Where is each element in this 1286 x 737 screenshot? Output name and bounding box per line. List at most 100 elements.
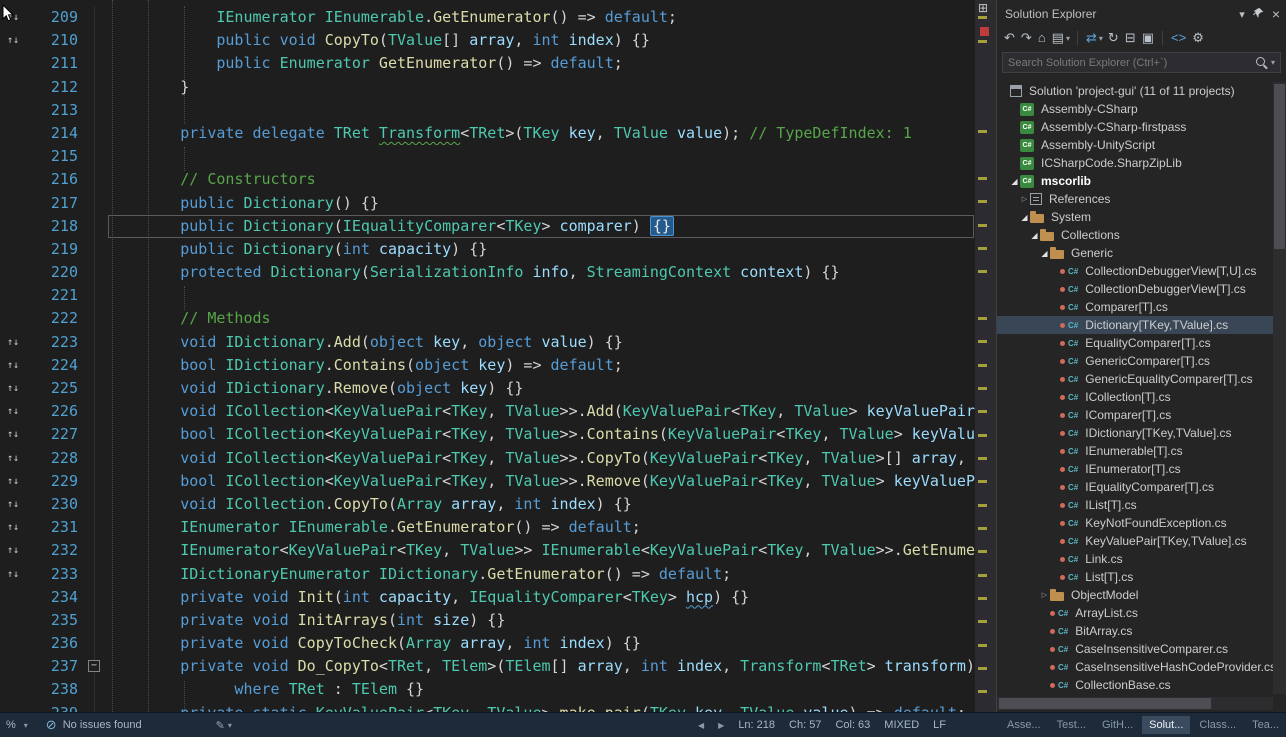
tree-item[interactable]: C#KeyNotFoundException.cs	[997, 514, 1273, 532]
forward-icon[interactable]: ↷	[1021, 28, 1032, 48]
tree-item[interactable]: C#CaseInsensitiveComparer.cs	[997, 640, 1273, 658]
outline-margin[interactable]	[78, 423, 108, 446]
code-line[interactable]: 219public Dictionary(int capacity) {}	[0, 238, 975, 261]
tree-item[interactable]: ◢Generic	[997, 244, 1273, 262]
tree-item[interactable]: C#BitArray.cs	[997, 622, 1273, 640]
reference-glyph-margin[interactable]	[0, 215, 30, 238]
outline-margin[interactable]	[78, 331, 108, 354]
tree-horizontal-scrollbar[interactable]	[997, 697, 1273, 710]
outline-margin[interactable]	[78, 586, 108, 609]
line-number[interactable]: 218	[30, 215, 78, 238]
tree-item[interactable]: C#GenericEqualityComparer[T].cs	[997, 370, 1273, 388]
collapse-all-icon[interactable]: ⊟	[1125, 28, 1136, 48]
line-number[interactable]: 215	[30, 145, 78, 168]
code-line[interactable]: ↑↓225void IDictionary.Remove(object key)…	[0, 377, 975, 400]
expander-icon[interactable]: ◢	[1039, 249, 1050, 258]
outline-margin[interactable]	[78, 354, 108, 377]
zoom-level[interactable]: %	[6, 719, 16, 731]
code-line[interactable]: ↑↓226void ICollection<KeyValuePair<TKey,…	[0, 400, 975, 423]
search-input[interactable]	[1008, 57, 1252, 69]
line-indicator[interactable]: Ln: 218	[738, 719, 775, 731]
line-number[interactable]: 223	[30, 331, 78, 354]
code-line[interactable]: ↑↓228void ICollection<KeyValuePair<TKey,…	[0, 447, 975, 470]
outline-margin[interactable]	[78, 76, 108, 99]
tree-item[interactable]: C#Comparer[T].cs	[997, 298, 1273, 316]
panel-tab[interactable]: Class...	[1192, 716, 1243, 734]
tree-item[interactable]: C#Link.cs	[997, 550, 1273, 568]
refresh-icon[interactable]: ↻	[1108, 28, 1119, 48]
outline-margin[interactable]	[78, 99, 108, 122]
outline-margin[interactable]	[78, 122, 108, 145]
outline-margin[interactable]	[78, 6, 108, 29]
tree-item[interactable]: C#CollectionBase.cs	[997, 676, 1273, 694]
outline-margin[interactable]	[78, 29, 108, 52]
scroll-right-icon[interactable]: ▶	[718, 721, 724, 730]
code-line[interactable]: ↑↓230void ICollection.CopyTo(Array array…	[0, 493, 975, 516]
reference-glyph-margin[interactable]	[0, 122, 30, 145]
outline-margin[interactable]	[78, 192, 108, 215]
tree-item[interactable]: C#IEnumerable[T].cs	[997, 442, 1273, 460]
outline-margin[interactable]	[78, 493, 108, 516]
reference-glyph-margin[interactable]: ↑↓	[0, 423, 30, 446]
code-line[interactable]: 237−private void Do_CopyTo<TRet, TElem>(…	[0, 655, 975, 678]
tree-item[interactable]: C#Assembly-CSharp-firstpass	[997, 118, 1273, 136]
pen-tool-indicator[interactable]: ✎ ▾	[216, 719, 232, 732]
reference-glyph-margin[interactable]	[0, 678, 30, 701]
view-code-icon[interactable]: <>	[1171, 28, 1186, 48]
outline-margin[interactable]	[78, 215, 108, 238]
code-line[interactable]: 221	[0, 284, 975, 307]
outline-margin[interactable]	[78, 539, 108, 562]
code-line[interactable]: 234private void Init(int capacity, IEqua…	[0, 586, 975, 609]
code-line[interactable]: ↑↓227bool ICollection<KeyValuePair<TKey,…	[0, 423, 975, 446]
panel-tab[interactable]: Asse...	[1000, 716, 1048, 734]
line-number[interactable]: 222	[30, 307, 78, 330]
outline-margin[interactable]	[78, 470, 108, 493]
outline-margin[interactable]	[78, 261, 108, 284]
tree-item[interactable]: C#CollectionDebuggerView[T,U].cs	[997, 262, 1273, 280]
chevron-down-icon[interactable]: ▾	[1099, 34, 1103, 43]
editor-vertical-scrollbar[interactable]: ⊞	[975, 0, 994, 712]
line-number[interactable]: 214	[30, 122, 78, 145]
column-indicator[interactable]: Col: 63	[835, 719, 870, 731]
reference-glyph-margin[interactable]: ↑↓	[0, 377, 30, 400]
solution-explorer-titlebar[interactable]: Solution Explorer ▾ ×	[997, 0, 1286, 26]
char-indicator[interactable]: Ch: 57	[789, 719, 821, 731]
line-number[interactable]: 219	[30, 238, 78, 261]
code-line[interactable]: 216// Constructors	[0, 168, 975, 191]
outline-margin[interactable]	[78, 632, 108, 655]
code-line[interactable]: ↑↓233IDictionaryEnumerator IDictionary.G…	[0, 563, 975, 586]
collapse-region-icon[interactable]: −	[88, 660, 100, 672]
reference-glyph-margin[interactable]: ↑↓	[0, 29, 30, 52]
code-line[interactable]: 211public Enumerator GetEnumerator() => …	[0, 52, 975, 75]
chevron-down-icon[interactable]: ▾	[1066, 34, 1070, 43]
search-icon[interactable]	[1256, 57, 1265, 66]
expander-icon[interactable]: ◢	[1029, 231, 1040, 240]
reference-glyph-margin[interactable]: ↑↓	[0, 493, 30, 516]
tree-item[interactable]: C#ArrayList.cs	[997, 604, 1273, 622]
tree-item[interactable]: C#ICSharpCode.SharpZipLib	[997, 154, 1273, 172]
reference-glyph-margin[interactable]	[0, 702, 30, 712]
line-number[interactable]: 230	[30, 493, 78, 516]
reference-glyph-margin[interactable]: ↑↓	[0, 516, 30, 539]
code-line[interactable]: 218public Dictionary(IEqualityComparer<T…	[0, 215, 975, 238]
close-icon[interactable]: ×	[1272, 6, 1280, 22]
reference-glyph-margin[interactable]	[0, 261, 30, 284]
tree-item[interactable]: ◢Collections	[997, 226, 1273, 244]
reference-glyph-margin[interactable]: ↑↓	[0, 354, 30, 377]
line-number[interactable]: 239	[30, 702, 78, 712]
line-number[interactable]: 229	[30, 470, 78, 493]
home-icon[interactable]: ⌂	[1038, 28, 1046, 48]
reference-glyph-margin[interactable]	[0, 632, 30, 655]
pin-icon[interactable]	[1253, 7, 1264, 21]
outline-margin[interactable]	[78, 447, 108, 470]
reference-glyph-margin[interactable]	[0, 145, 30, 168]
line-number[interactable]: 226	[30, 400, 78, 423]
code-lines[interactable]: ↑↓209IEnumerator IEnumerable.GetEnumerat…	[0, 0, 975, 712]
line-number[interactable]: 227	[30, 423, 78, 446]
code-line[interactable]: ↑↓224bool IDictionary.Contains(object ke…	[0, 354, 975, 377]
line-number[interactable]: 211	[30, 52, 78, 75]
tree-item[interactable]: ▷ObjectModel	[997, 586, 1273, 604]
outline-margin[interactable]	[78, 377, 108, 400]
document-health-error-icon[interactable]	[980, 27, 989, 36]
reference-glyph-margin[interactable]	[0, 52, 30, 75]
